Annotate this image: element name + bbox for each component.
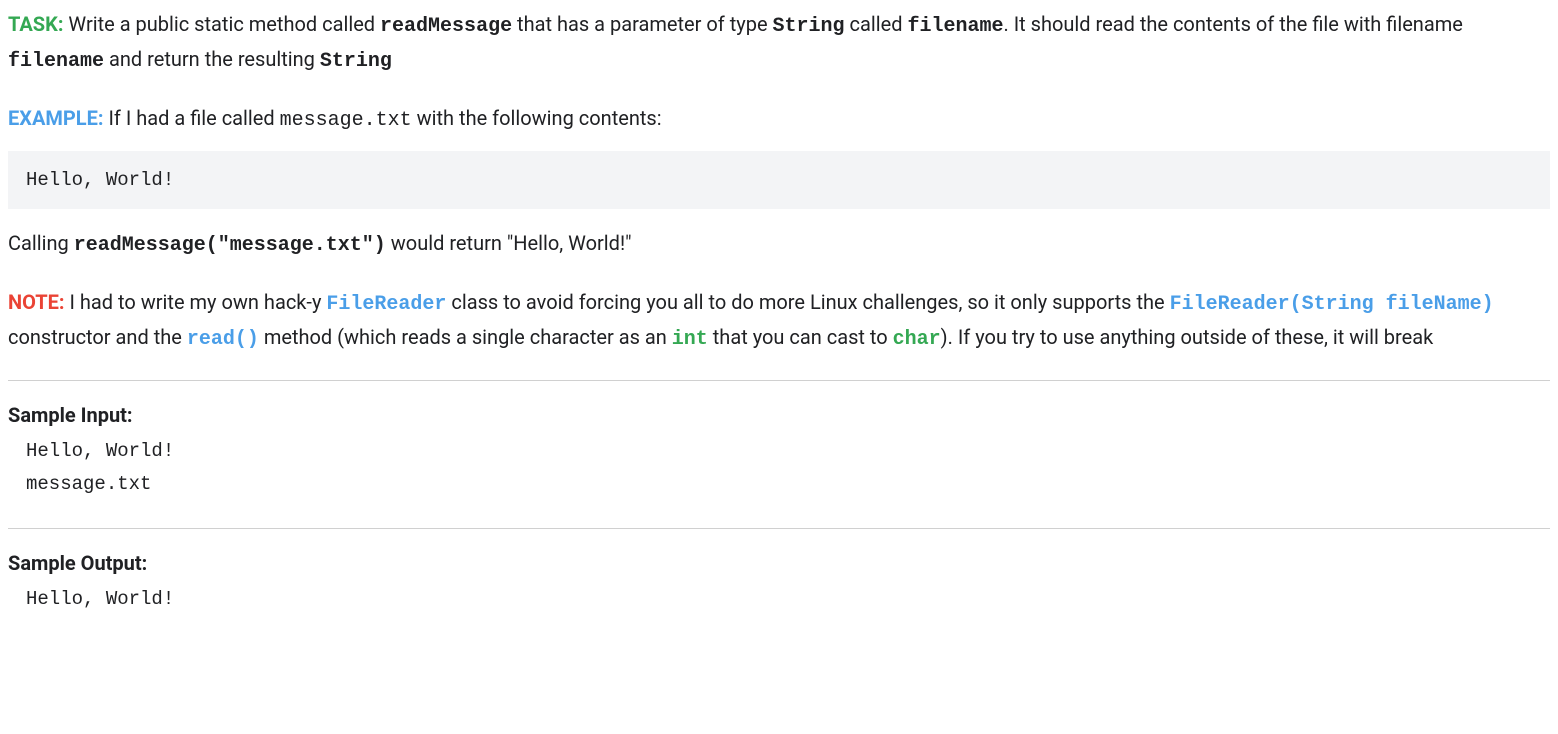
note-code: FileReader <box>326 293 446 316</box>
example-paragraph: Calling readMessage("message.txt") would… <box>8 227 1550 262</box>
example-code: readMessage("message.txt") <box>74 234 386 257</box>
task-text: that has a parameter of type <box>512 12 772 36</box>
divider <box>8 528 1550 529</box>
example-paragraph: EXAMPLE: If I had a file called message.… <box>8 102 1550 137</box>
example-code: message.txt <box>280 109 412 132</box>
task-code: readMessage <box>380 15 512 38</box>
sample-input-content: Hello, World! message.txt <box>8 431 1550 504</box>
example-text: would return "Hello, World!" <box>386 231 632 255</box>
note-text: I had to write my own hack-y <box>65 290 327 314</box>
note-label: NOTE: <box>8 290 65 314</box>
example-text: If I had a file called <box>104 106 280 130</box>
note-code: FileReader(String fileName) <box>1170 293 1494 316</box>
example-section: EXAMPLE: If I had a file called message.… <box>8 102 1550 262</box>
sample-input-section: Sample Input: Hello, World! message.txt <box>8 399 1550 504</box>
task-label: TASK: <box>8 12 63 36</box>
sample-output-section: Sample Output: Hello, World! <box>8 547 1550 619</box>
task-section: TASK: Write a public static method calle… <box>8 8 1550 78</box>
note-section: NOTE: I had to write my own hack-y FileR… <box>8 286 1550 356</box>
task-code: String <box>773 15 845 38</box>
note-text: method (which reads a single character a… <box>259 325 672 349</box>
task-text: Write a public static method called <box>63 12 380 36</box>
note-text: class to avoid forcing you all to do mor… <box>446 290 1169 314</box>
divider <box>8 380 1550 381</box>
note-code: int <box>672 328 708 351</box>
task-code: filename <box>907 15 1003 38</box>
example-label: EXAMPLE: <box>8 106 104 130</box>
note-text: ). If you try to use anything outside of… <box>941 325 1434 349</box>
sample-output-header: Sample Output: <box>8 547 1550 579</box>
sample-output-content: Hello, World! <box>8 579 1550 619</box>
note-text: constructor and the <box>8 325 187 349</box>
task-code: filename <box>8 50 104 73</box>
example-text: Calling <box>8 231 74 255</box>
task-paragraph: TASK: Write a public static method calle… <box>8 8 1550 78</box>
task-text: called <box>845 12 908 36</box>
note-paragraph: NOTE: I had to write my own hack-y FileR… <box>8 286 1550 356</box>
task-text: . It should read the contents of the fil… <box>1003 12 1462 36</box>
sample-input-header: Sample Input: <box>8 399 1550 431</box>
note-code: char <box>893 328 941 351</box>
note-text: that you can cast to <box>708 325 893 349</box>
file-contents-block: Hello, World! <box>8 151 1550 209</box>
task-code: String <box>320 50 392 73</box>
task-text: and return the resulting <box>104 47 320 71</box>
note-code: read() <box>187 328 259 351</box>
example-text: with the following contents: <box>412 106 662 130</box>
